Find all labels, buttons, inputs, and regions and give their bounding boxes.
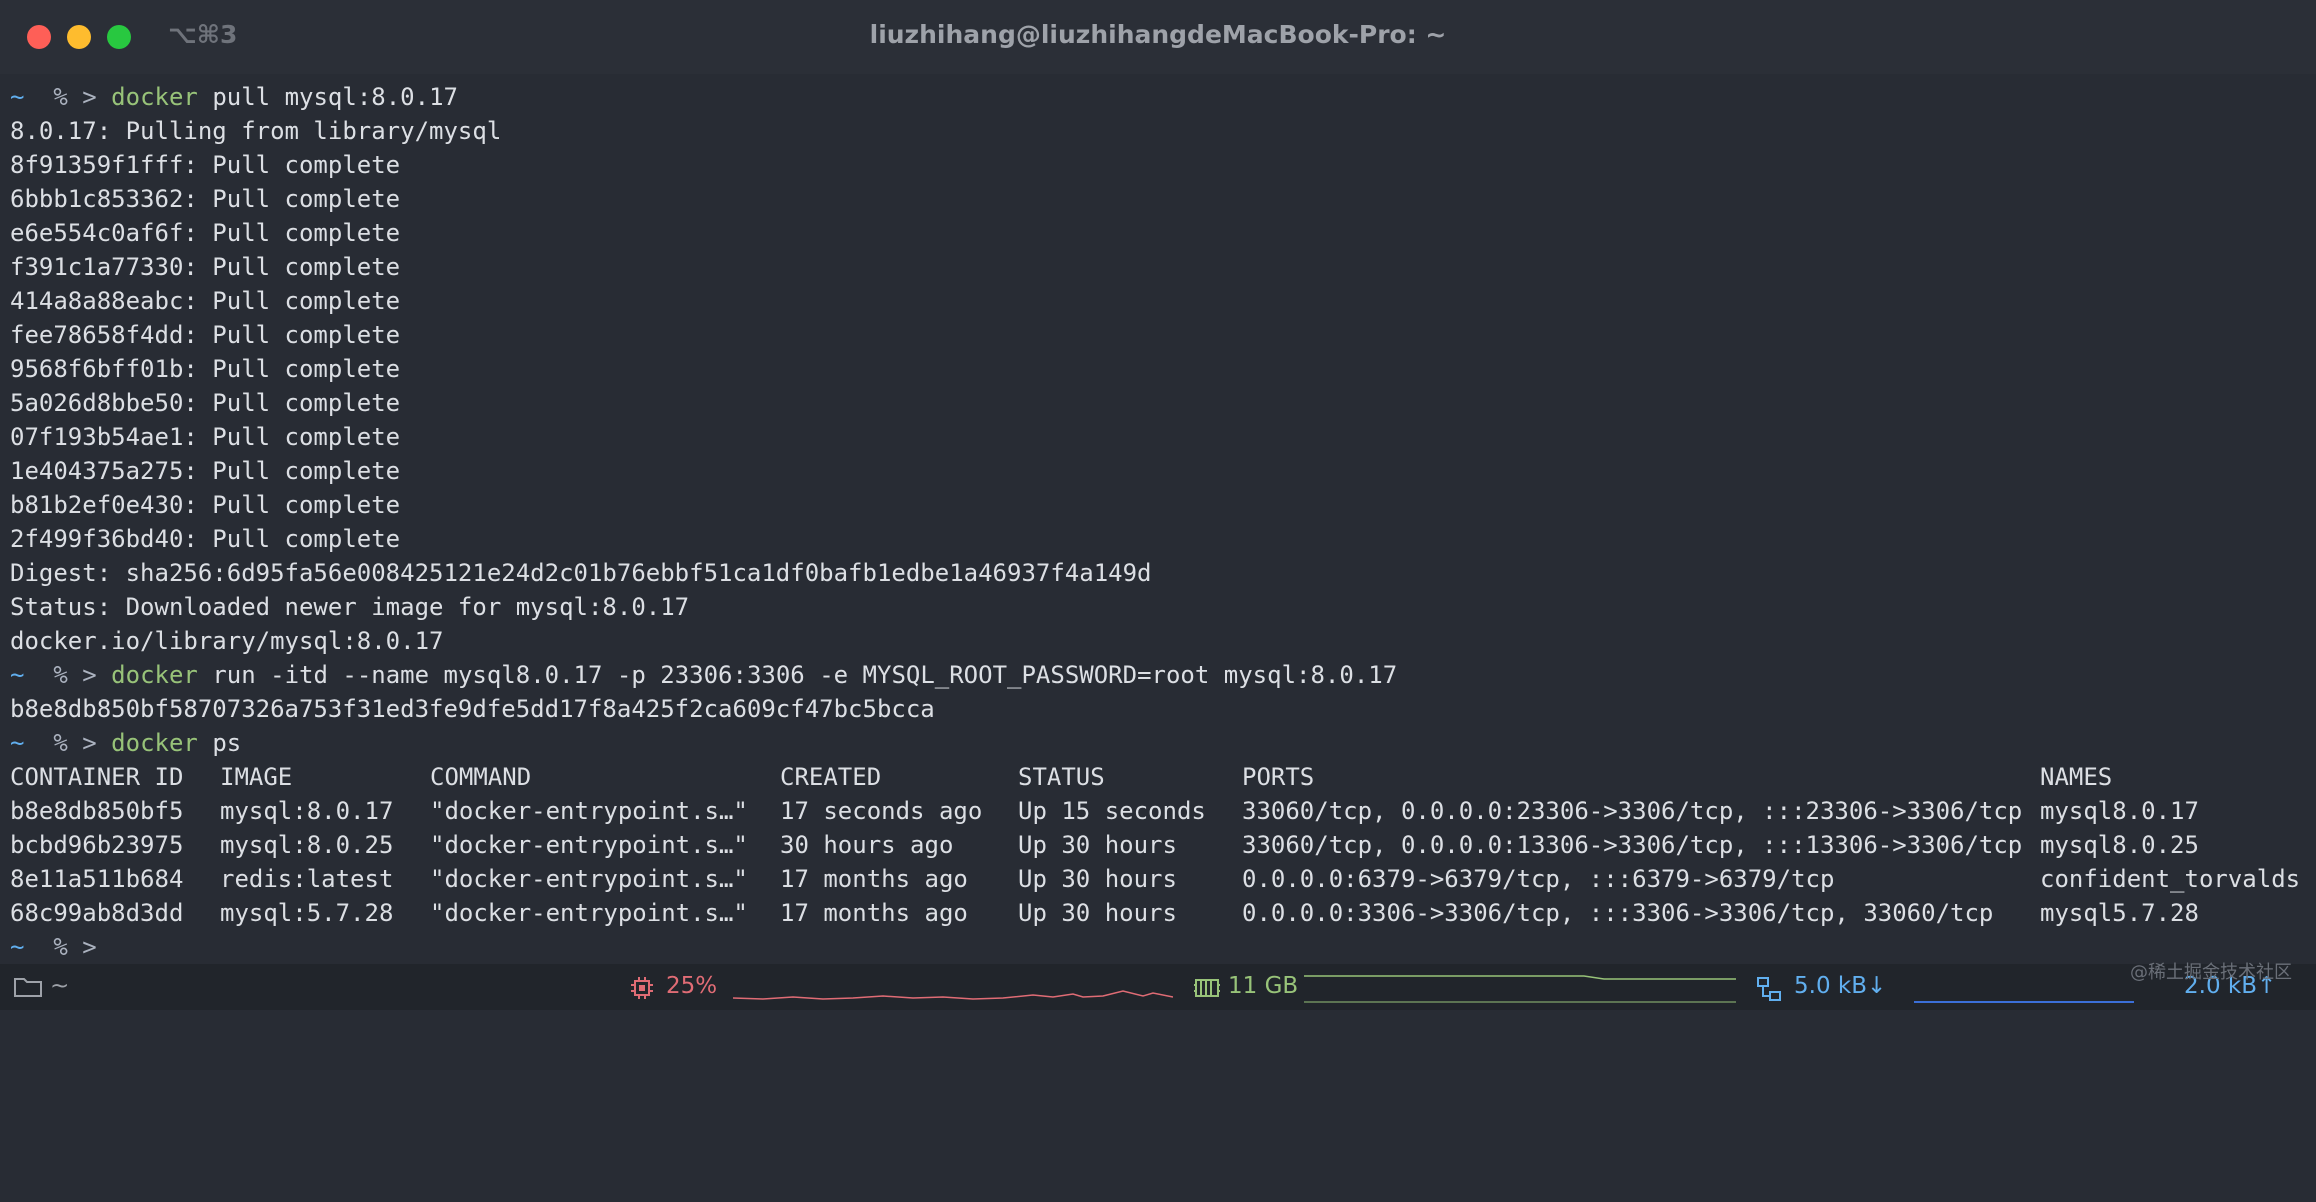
- names: mysql5.7.28: [2040, 899, 2199, 927]
- prompt-symbol: % >: [53, 729, 97, 757]
- created: 17 months ago: [780, 865, 968, 893]
- output-line: 9568f6bff01b: Pull complete: [10, 355, 401, 383]
- created: 17 months ago: [780, 899, 968, 927]
- prompt-symbol: % >: [53, 83, 97, 111]
- memory-graph: [1304, 975, 1736, 1003]
- output-line: Status: Downloaded newer image for mysql…: [10, 593, 690, 621]
- created: 17 seconds ago: [780, 797, 983, 825]
- table-row: 8e11a511b684 redis:latest "docker-entryp…: [10, 862, 2306, 896]
- command: "docker-entrypoint.s…": [430, 797, 748, 825]
- network-icon: [1757, 977, 1781, 1001]
- output-line: 5a026d8bbe50: Pull complete: [10, 389, 401, 417]
- names: mysql8.0.25: [2040, 831, 2199, 859]
- output-line: fee78658f4dd: Pull complete: [10, 321, 401, 349]
- output-line: Digest: sha256:6d95fa56e008425121e24d2c0…: [10, 559, 1152, 587]
- ports: 33060/tcp, 0.0.0.0:23306->3306/tcp, :::2…: [1242, 797, 2023, 825]
- cpu-graph: [733, 990, 1173, 1000]
- table-header: CONTAINER ID IMAGE COMMAND CREATED STATU…: [10, 760, 2306, 794]
- container-id: b8e8db850bf5: [10, 797, 184, 825]
- command-args: run -itd --name mysql8.0.17 -p 23306:330…: [197, 661, 1398, 689]
- created: 30 hours ago: [780, 831, 954, 859]
- header-container-id: CONTAINER ID: [10, 763, 184, 791]
- image: mysql:5.7.28: [220, 899, 394, 927]
- output-line: 6bbb1c853362: Pull complete: [10, 185, 401, 213]
- network-graph: [1914, 1001, 2134, 1003]
- header-command: COMMAND: [430, 763, 532, 791]
- header-created: CREATED: [780, 763, 882, 791]
- status: Up 30 hours: [1018, 899, 1177, 927]
- container-id: 8e11a511b684: [10, 865, 184, 893]
- header-names: NAMES: [2040, 763, 2113, 791]
- command-line[interactable]: ~ % >: [10, 930, 2306, 964]
- image: mysql:8.0.17: [220, 797, 394, 825]
- output-line: 07f193b54ae1: Pull complete: [10, 423, 401, 451]
- output-line: 8.0.17: Pulling from library/mysql: [10, 117, 502, 145]
- container-id: bcbd96b23975: [10, 831, 184, 859]
- watermark: @稀土掘金技术社区: [2130, 962, 2292, 983]
- command-line: ~ % > docker pull mysql:8.0.17: [10, 80, 2306, 114]
- ports: 0.0.0.0:6379->6379/tcp, :::6379->6379/tc…: [1242, 865, 1835, 893]
- names: confident_torvalds: [2040, 865, 2301, 893]
- ports: 0.0.0.0:3306->3306/tcp, :::3306->3306/tc…: [1242, 899, 1994, 927]
- cpu-usage: 25%: [666, 973, 718, 999]
- table-row: b8e8db850bf5 mysql:8.0.17 "docker-entryp…: [10, 794, 2306, 828]
- status: Up 30 hours: [1018, 865, 1177, 893]
- folder-label: ~: [50, 973, 70, 999]
- output-line: e6e554c0af6f: Pull complete: [10, 219, 401, 247]
- prompt-symbol: % >: [53, 661, 97, 689]
- status-bar: ~ 25% 11 GB 5.0 kB↓ 2.0 kB↑: [0, 964, 2316, 1010]
- output-line: 414a8a88eabc: Pull complete: [10, 287, 401, 315]
- title-bar: ⌥⌘3 liuzhihang@liuzhihangdeMacBook-Pro: …: [0, 0, 2316, 74]
- output-line: docker.io/library/mysql:8.0.17: [10, 627, 444, 655]
- container-id: 68c99ab8d3dd: [10, 899, 184, 927]
- command: "docker-entrypoint.s…": [430, 831, 748, 859]
- output-line: b81b2ef0e430: Pull complete: [10, 491, 401, 519]
- window-title: liuzhihang@liuzhihangdeMacBook-Pro: ~: [869, 20, 1447, 49]
- command-name: docker: [111, 83, 198, 111]
- folder-icon: [14, 978, 42, 997]
- command-args: ps: [197, 729, 242, 757]
- table-row: 68c99ab8d3dd mysql:5.7.28 "docker-entryp…: [10, 896, 2306, 930]
- names: mysql8.0.17: [2040, 797, 2199, 825]
- header-image: IMAGE: [220, 763, 293, 791]
- ports: 33060/tcp, 0.0.0.0:13306->3306/tcp, :::1…: [1242, 831, 2023, 859]
- prompt-tilde: ~: [10, 661, 25, 689]
- status: Up 30 hours: [1018, 831, 1177, 859]
- command-line: ~ % > docker ps: [10, 726, 2306, 760]
- image: mysql:8.0.25: [220, 831, 394, 859]
- command-args: pull mysql:8.0.17: [197, 83, 458, 111]
- output-line: 8f91359f1fff: Pull complete: [10, 151, 401, 179]
- network-download: 5.0 kB↓: [1794, 973, 1887, 999]
- output-line: 1e404375a275: Pull complete: [10, 457, 401, 485]
- memory-icon: [1194, 979, 1220, 997]
- command-name: docker: [111, 729, 198, 757]
- command: "docker-entrypoint.s…": [430, 865, 748, 893]
- image: redis:latest: [220, 865, 394, 893]
- header-ports: PORTS: [1242, 763, 1315, 791]
- cpu-icon: [631, 977, 653, 999]
- table-row: bcbd96b23975 mysql:8.0.25 "docker-entryp…: [10, 828, 2306, 862]
- header-status: STATUS: [1018, 763, 1105, 791]
- output-line: f391c1a77330: Pull complete: [10, 253, 401, 281]
- prompt-tilde: ~: [10, 729, 25, 757]
- command-line: ~ % > docker run -itd --name mysql8.0.17…: [10, 658, 2306, 692]
- command-name: docker: [111, 661, 198, 689]
- output-line: b8e8db850bf58707326a753f31ed3fe9dfe5dd17…: [10, 695, 935, 723]
- status: Up 15 seconds: [1018, 797, 1206, 825]
- terminal-output[interactable]: ~ % > docker pull mysql:8.0.17 8.0.17: P…: [10, 80, 2306, 964]
- command: "docker-entrypoint.s…": [430, 899, 748, 927]
- prompt-tilde: ~: [10, 83, 25, 111]
- terminal-window: ⌥⌘3 liuzhihang@liuzhihangdeMacBook-Pro: …: [0, 0, 2316, 1010]
- output-line: 2f499f36bd40: Pull complete: [10, 525, 401, 553]
- memory-usage: 11 GB: [1228, 973, 1299, 999]
